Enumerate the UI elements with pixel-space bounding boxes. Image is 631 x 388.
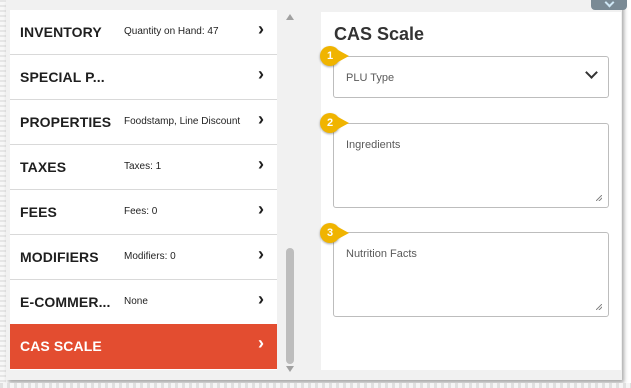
chevron-right-icon: › <box>258 199 264 219</box>
chevron-right-icon: › <box>258 19 264 39</box>
menu-item-label: PROPERTIES <box>20 114 112 130</box>
section-menu: INVENTORY Quantity on Hand: 47 › SPECIAL… <box>10 10 277 370</box>
torn-edge-bottom <box>0 383 631 388</box>
plu-type-select[interactable]: PLU Type <box>333 56 609 98</box>
menu-item-inventory[interactable]: INVENTORY Quantity on Hand: 47 › <box>10 10 277 55</box>
menu-item-summary: None <box>124 296 148 307</box>
menu-item-label: MODIFIERS <box>20 249 99 265</box>
menu-item-e-commerce[interactable]: E-COMMER... None › <box>10 280 277 325</box>
chevron-right-icon: › <box>258 289 264 309</box>
nutrition-facts-textarea[interactable]: Nutrition Facts <box>333 232 609 317</box>
menu-item-label: SPECIAL P... <box>20 69 105 85</box>
chevron-right-icon: › <box>258 64 264 84</box>
menu-item-summary: Fees: 0 <box>124 206 158 217</box>
menu-item-fees[interactable]: FEES Fees: 0 › <box>10 190 277 235</box>
menu-item-summary: Taxes: 1 <box>124 161 162 172</box>
menu-item-label: E-COMMER... <box>20 294 111 310</box>
menu-item-summary: Foodstamp, Line Discount <box>124 116 241 127</box>
ingredients-placeholder: Ingredients <box>346 139 401 151</box>
callout-badge-3: 3 <box>320 223 349 243</box>
app-window: INVENTORY Quantity on Hand: 47 › SPECIAL… <box>6 0 627 380</box>
menu-item-label: TAXES <box>20 159 67 175</box>
ingredients-textarea[interactable]: Ingredients <box>333 123 609 208</box>
chevron-right-icon: › <box>258 154 264 174</box>
menu-item-label: FEES <box>20 204 57 220</box>
scrollbar-thumb[interactable] <box>286 248 294 364</box>
resize-handle-icon[interactable] <box>596 304 602 310</box>
menu-item-summary: Modifiers: 0 <box>124 251 176 262</box>
chevron-right-icon: › <box>258 244 264 264</box>
menu-item-cas-scale[interactable]: CAS SCALE › <box>10 324 277 369</box>
plu-type-placeholder: PLU Type <box>346 72 395 84</box>
chevron-down-icon <box>604 0 615 8</box>
chevron-right-icon: › <box>258 109 264 129</box>
resize-handle-icon[interactable] <box>596 195 602 201</box>
callout-badge-2: 2 <box>320 113 349 133</box>
menu-item-summary: Quantity on Hand: 47 <box>124 26 219 37</box>
chevron-down-icon <box>585 66 598 79</box>
collapse-tab[interactable] <box>591 0 627 10</box>
menu-item-modifiers[interactable]: MODIFIERS Modifiers: 0 › <box>10 235 277 280</box>
panel-title: CAS Scale <box>334 24 425 44</box>
cas-scale-panel: CAS Scale PLU Type Ingredients Nutrition… <box>321 12 621 370</box>
menu-item-special-pricing[interactable]: SPECIAL P... › <box>10 55 277 100</box>
nutrition-facts-placeholder: Nutrition Facts <box>346 248 417 260</box>
chevron-right-icon: › <box>258 333 264 353</box>
menu-item-properties[interactable]: PROPERTIES Foodstamp, Line Discount › <box>10 100 277 145</box>
menu-item-label: INVENTORY <box>20 24 102 40</box>
menu-item-label: CAS SCALE <box>20 338 102 354</box>
callout-badge-1: 1 <box>320 46 349 66</box>
menu-item-taxes[interactable]: TAXES Taxes: 1 › <box>10 145 277 190</box>
scroll-down-arrow-icon[interactable] <box>286 366 294 372</box>
scroll-up-arrow-icon[interactable] <box>286 14 294 20</box>
